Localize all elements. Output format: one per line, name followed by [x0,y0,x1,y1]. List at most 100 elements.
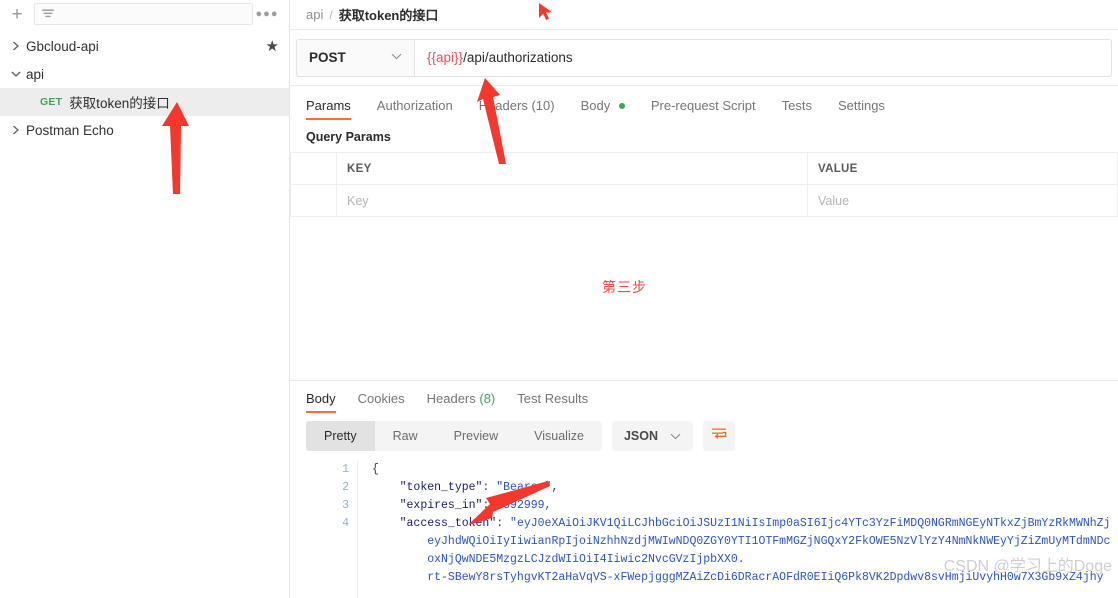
chevron-down-icon[interactable] [6,70,26,78]
tree-item-label: api [26,66,45,82]
json-key-token-type: "token_type" [399,481,483,494]
response-view-mode-group: Pretty Raw Preview Visualize [306,421,602,451]
tab-label: Authorization [376,98,453,113]
view-mode-preview[interactable]: Preview [436,421,516,451]
value-cell[interactable]: Value [807,184,1118,217]
json-line-1: { [372,463,379,476]
chevron-right-icon[interactable] [6,125,26,135]
key-column-header: KEY [336,152,808,185]
json-value-expires-in: 2592999, [496,499,552,512]
response-toolbar: Pretty Raw Preview Visualize JSON [290,413,1118,459]
tree-item-request-get-token[interactable]: GET 获取token的接口 [0,88,289,116]
breadcrumb-separator: / [329,7,333,22]
tree-item-api[interactable]: api [0,60,289,88]
sidebar-toolbar: + ●●● [0,0,289,28]
view-mode-raw[interactable]: Raw [375,421,436,451]
json-value-access-token: "eyJ0eXAiOiJKV1QiLCJhbGciOiJSUzI1NiIsImp… [510,517,1111,530]
json-key-expires-in: "expires_in" [399,499,483,512]
wrap-lines-button[interactable] [703,421,735,451]
chevron-right-icon[interactable] [6,41,26,51]
checkbox-column-header [290,152,337,185]
chevron-down-icon [391,52,402,63]
tab-label: Body [580,98,611,113]
add-new-button[interactable]: + [4,2,30,26]
response-panel: Body Cookies Headers (8) Test Results Pr… [290,380,1118,598]
star-icon[interactable]: ★ [266,39,279,54]
line-number: 1 [342,463,349,476]
format-label: JSON [623,429,658,443]
tab-tests[interactable]: Tests [782,98,812,120]
chevron-down-icon [670,429,681,443]
response-tab-body[interactable]: Body [306,391,336,413]
key-cell[interactable]: Key [336,184,808,217]
annotation-cursor-pointer [539,3,552,20]
sidebar: + ●●● Gbcloud-api ★ api GET 获取token的接口 P… [0,0,290,598]
breadcrumb-request-name: 获取token的接口 [338,8,439,23]
search-input[interactable] [34,3,253,25]
value-column-header: VALUE [807,152,1118,185]
response-tabs: Body Cookies Headers (8) Test Results [290,381,1118,413]
request-name-label: 获取token的接口 [69,96,170,111]
line-number: 4 [342,517,349,530]
request-method-label: GET [40,96,63,108]
tab-label: Test Results [517,391,589,406]
url-input[interactable]: {{api}}/api/authorizations [414,38,1112,77]
annotation-step-note: 第三步 [602,279,647,295]
tab-label: Headers [426,391,476,406]
filter-icon [41,8,55,20]
postman-window: + ●●● Gbcloud-api ★ api GET 获取token的接口 P… [0,0,1118,598]
tree-item-label: Gbcloud-api [26,38,99,54]
query-params-table: KEY VALUE Key Value [290,152,1118,217]
table-header-row: KEY VALUE [290,152,1118,185]
tab-label: Cookies [357,391,405,406]
json-value-token-type: "Bearer" [496,481,552,494]
line-number: 3 [342,499,349,512]
row-checkbox-cell[interactable] [290,184,337,217]
tree-item-gbcloud-api[interactable]: Gbcloud-api ★ [0,32,289,60]
view-mode-pretty[interactable]: Pretty [306,421,375,451]
tab-authorization[interactable]: Authorization [377,98,453,120]
tab-params[interactable]: Params [306,98,351,120]
tab-label: Headers [478,98,528,113]
json-value-continuation-1: eyJhdWQiOiIyIiwianRpIjoiNzhhNzdjMWIwNDQ0… [427,535,1111,548]
url-path: /api/authorizations [463,50,573,65]
tab-label: Tests [781,98,812,113]
tab-label: Pre-request Script [650,98,756,113]
tab-label: Settings [837,98,885,113]
http-method-label: POST [309,50,346,65]
line-number: 2 [342,481,349,494]
breadcrumb-collection[interactable]: api [306,7,323,22]
breadcrumb: api / 获取token的接口 [290,0,1118,30]
json-value-continuation-2: oxNjQwNDE5MzgzLCJzdWIiOiI4Iiwic2NvcGVzIj… [427,553,745,566]
response-body-viewer[interactable]: 1 2 3 4 { "token_type": "Bearer", "expir… [290,459,1118,598]
response-tab-cookies[interactable]: Cookies [358,391,405,413]
main-panel: api / 获取token的接口 POST {{api}}/api/author… [290,0,1118,598]
response-format-selector[interactable]: JSON [611,421,693,451]
response-json-code: { "token_type": "Bearer", "expires_in": … [372,463,1111,584]
collection-tree: Gbcloud-api ★ api GET 获取token的接口 Postman… [0,28,289,144]
request-empty-area: 第三步 [290,217,1118,380]
tab-label: Params [306,98,351,113]
tab-headers[interactable]: Headers (10) [479,98,555,120]
tab-count: (10) [531,98,555,113]
sidebar-more-button[interactable]: ●●● [253,8,281,20]
wrap-lines-icon [711,427,727,445]
tab-pre-request-script[interactable]: Pre-request Script [651,98,756,120]
tab-label: Body [306,391,336,406]
view-mode-visualize[interactable]: Visualize [516,421,602,451]
query-params-title: Query Params [306,130,391,144]
url-variable: {{api}} [427,50,464,65]
request-tabs: Params Authorization Headers (10) Body P… [290,78,1118,164]
response-tab-test-results[interactable]: Test Results [517,391,588,413]
json-key-access-token: "access_token" [399,517,497,530]
url-bar: POST {{api}}/api/authorizations [290,30,1118,86]
tab-body[interactable]: Body [581,98,625,120]
table-row[interactable]: Key Value [290,184,1118,217]
tree-item-postman-echo[interactable]: Postman Echo [0,116,289,144]
http-method-selector[interactable]: POST [296,38,414,77]
body-present-dot-icon [618,103,625,109]
tree-item-label: Postman Echo [26,122,114,138]
response-tab-headers[interactable]: Headers (8) [427,391,496,413]
tab-settings[interactable]: Settings [838,98,885,120]
tab-count: (8) [479,391,496,406]
